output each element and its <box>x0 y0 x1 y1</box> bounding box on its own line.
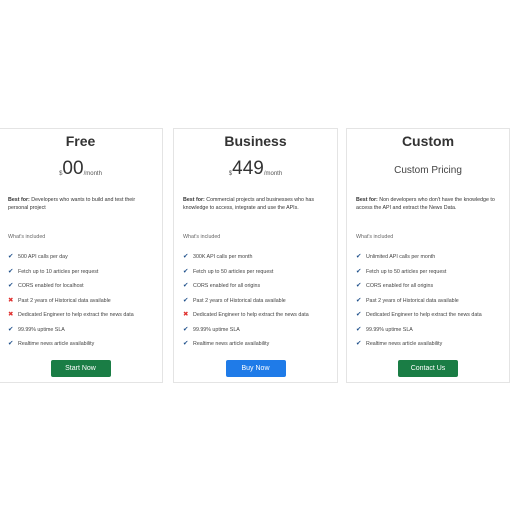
price-amount: 00 <box>62 158 84 179</box>
feature-item: ✖ Dedicated Engineer to help extract the … <box>8 308 156 323</box>
feature-list: ✔ Unlimited API calls per month ✔ Fetch up … <box>356 250 503 352</box>
feature-text: Fetch up to 50 articles per request <box>366 268 447 275</box>
check-icon: ✔ <box>8 325 14 333</box>
best-for-label: Best for: <box>183 197 205 203</box>
check-icon: ✔ <box>356 325 362 333</box>
custom-pricing-text: Custom Pricing <box>394 165 462 176</box>
price-period: /month <box>263 171 283 177</box>
check-icon: ✔ <box>356 267 362 275</box>
check-icon: ✔ <box>183 253 189 260</box>
feature-list: ✔ 500 API calls per day ✔ Fetch up to 10 ar… <box>8 250 156 352</box>
feature-item: ✔ Realtime news article availability <box>8 337 156 352</box>
contact-us-button[interactable]: Contact Us <box>398 360 458 377</box>
plan-card-free: Free $00/month Best for: Developers who … <box>0 128 163 383</box>
check-icon: ✔ <box>183 282 189 289</box>
plan-name: Free <box>65 133 96 149</box>
plan-name: Business <box>224 133 287 149</box>
feature-text: Realtime news article availability <box>193 341 270 348</box>
pricing-page: Free $00/month Best for: Developers who … <box>0 0 512 512</box>
cross-icon: ✖ <box>8 296 14 304</box>
check-icon: ✔ <box>356 311 362 318</box>
feature-text: 300K API calls per month <box>193 254 253 261</box>
buy-now-button[interactable]: Buy Now <box>225 360 286 377</box>
feature-text: Realtime news article availability <box>18 341 95 348</box>
feature-item: ✔ Realtime news article availability <box>356 337 503 352</box>
check-icon: ✔ <box>183 325 189 333</box>
feature-text: CORS enabled for localhost <box>18 283 84 290</box>
best-for-label: Best for: <box>8 197 30 203</box>
check-icon: ✔ <box>8 282 14 289</box>
feature-text: Past 2 years of Historical data availabl… <box>193 297 286 304</box>
price-period: /month <box>83 171 102 177</box>
check-icon: ✔ <box>183 340 189 347</box>
check-icon: ✔ <box>183 267 189 275</box>
best-for-description: Non developers who don't have the knowle… <box>356 197 495 211</box>
check-icon: ✔ <box>356 340 362 347</box>
feature-text: Unlimited API calls per month <box>366 254 436 261</box>
feature-text: Dedicated Engineer to help extract the n… <box>193 312 309 319</box>
plan-card-business: Business $449/month Best for: Commercial… <box>173 128 338 383</box>
included-title: What's included <box>356 234 394 240</box>
check-icon: ✔ <box>183 296 189 304</box>
feature-item: ✔ Unlimited API calls per month <box>356 250 503 265</box>
feature-item: ✔ Realtime news article availability <box>183 337 331 352</box>
best-for-text: Best for: Developers who wants to build … <box>8 196 153 212</box>
plan-card-custom: Custom Custom Pricing Best for: Non deve… <box>346 128 510 383</box>
plan-name: Custom <box>401 133 455 149</box>
feature-text: 99.99% uptime SLA <box>366 326 413 333</box>
feature-text: Past 2 years of Historical data availabl… <box>18 297 111 304</box>
feature-text: Fetch up to 50 articles per request <box>193 268 274 275</box>
best-for-label: Best for: <box>356 197 378 203</box>
feature-item: ✔ 99.99% uptime SLA <box>8 323 156 338</box>
feature-text: Realtime news article availability <box>366 341 443 348</box>
cross-icon: ✖ <box>8 311 14 318</box>
check-icon: ✔ <box>356 253 362 260</box>
feature-list: ✔ 300K API calls per month ✔ Fetch up to 50… <box>183 250 331 352</box>
feature-text: CORS enabled for all origins <box>366 283 434 290</box>
feature-item: ✔ 99.99% uptime SLA <box>356 323 503 338</box>
feature-item: ✔ 300K API calls per month <box>183 250 331 265</box>
check-icon: ✔ <box>356 296 362 304</box>
feature-item: ✔ Past 2 years of Historical data availab… <box>356 294 503 309</box>
check-icon: ✔ <box>8 340 14 347</box>
plan-price: $449/month <box>174 159 337 178</box>
included-title: What's included <box>183 234 221 240</box>
feature-text: Fetch up to 10 articles per request <box>18 268 99 275</box>
plan-price: $00/month <box>0 159 162 178</box>
included-title: What's included <box>8 234 46 240</box>
feature-item: ✔ Fetch up to 50 articles per request <box>183 265 331 280</box>
feature-text: 99.99% uptime SLA <box>193 326 240 333</box>
check-icon: ✔ <box>8 253 14 260</box>
feature-item: ✖ Past 2 years of Historical data availab… <box>8 294 156 309</box>
feature-item: ✔ Fetch up to 10 articles per request <box>8 265 156 280</box>
feature-item: ✔ CORS enabled for all origins <box>183 279 331 294</box>
check-icon: ✔ <box>356 282 362 289</box>
feature-item: ✔ CORS enabled for localhost <box>8 279 156 294</box>
cross-icon: ✖ <box>183 311 189 318</box>
feature-text: Dedicated Engineer to help extract the n… <box>366 312 482 319</box>
price-amount: 449 <box>232 158 264 179</box>
feature-item: ✔ Dedicated Engineer to help extract the … <box>356 308 503 323</box>
best-for-text: Best for: Commercial projects and busine… <box>183 196 328 212</box>
feature-item: ✔ Past 2 years of Historical data availab… <box>183 294 331 309</box>
feature-text: 500 API calls per day <box>18 254 68 261</box>
feature-text: 99.99% uptime SLA <box>18 326 65 333</box>
start-now-button[interactable]: Start Now <box>50 360 111 377</box>
check-icon: ✔ <box>8 267 14 275</box>
best-for-text: Best for: Non developers who don't have … <box>356 196 500 212</box>
feature-item: ✖ Dedicated Engineer to help extract the … <box>183 308 331 323</box>
feature-text: CORS enabled for all origins <box>193 283 261 290</box>
feature-item: ✔ 99.99% uptime SLA <box>183 323 331 338</box>
feature-item: ✔ CORS enabled for all origins <box>356 279 503 294</box>
feature-text: Past 2 years of Historical data availabl… <box>366 297 459 304</box>
feature-item: ✔ 500 API calls per day <box>8 250 156 265</box>
feature-text: Dedicated Engineer to help extract the n… <box>18 312 134 319</box>
feature-item: ✔ Fetch up to 50 articles per request <box>356 265 503 280</box>
